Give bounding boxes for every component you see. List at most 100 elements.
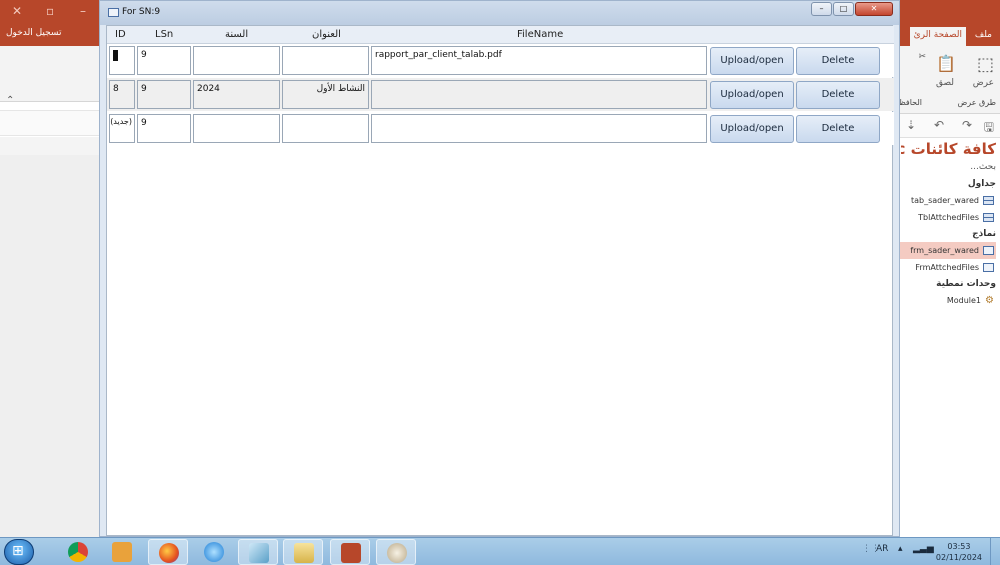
id-field[interactable]: 9 bbox=[109, 46, 135, 75]
start-button[interactable] bbox=[4, 539, 34, 565]
lsn-field[interactable]: 9 bbox=[137, 80, 191, 109]
view-icon[interactable]: ⬚ bbox=[977, 54, 994, 75]
text-cursor bbox=[113, 50, 118, 61]
filename-field[interactable] bbox=[371, 80, 707, 109]
header-subject: العنوان bbox=[312, 29, 341, 40]
workspace bbox=[0, 155, 104, 537]
access-taskbar-button[interactable] bbox=[330, 539, 370, 565]
tab-home[interactable]: الصفحة الرئ bbox=[909, 27, 966, 46]
module-icon: ⚙ bbox=[985, 295, 994, 306]
nav-search-input[interactable]: بحث... bbox=[901, 162, 996, 176]
sign-in-link[interactable]: تسجيل الدخول bbox=[6, 28, 61, 38]
delete-button[interactable]: Delete bbox=[796, 47, 880, 75]
continuous-form: ID LSn السنة العنوان FileName 9 9 rappor… bbox=[106, 25, 894, 536]
close-icon[interactable]: ✕ bbox=[12, 4, 22, 18]
table-icon bbox=[983, 196, 994, 205]
firefox-icon bbox=[159, 543, 179, 563]
firefox-taskbar-button[interactable] bbox=[148, 539, 188, 565]
nav-item-table[interactable]: TblAttchedFiles bbox=[901, 209, 996, 226]
nav-group-tables[interactable]: جداول bbox=[901, 176, 996, 192]
header-lsn: LSn bbox=[155, 29, 174, 40]
redo-icon[interactable]: ↷ bbox=[962, 118, 972, 132]
file-explorer-taskbar-button[interactable] bbox=[283, 539, 323, 565]
access-window-left: ✕ ▫ – تسجيل الدخول ⌃ bbox=[0, 0, 104, 537]
access-icon bbox=[341, 543, 361, 563]
nav-group-forms[interactable]: نماذج bbox=[901, 226, 996, 242]
id-field-new[interactable]: (جديد) bbox=[109, 114, 135, 143]
form-record-row: 8 9 2024 النشاط الأول Upload/open Delete bbox=[107, 78, 894, 111]
view-button[interactable]: عرض bbox=[973, 78, 994, 88]
year-field[interactable]: 2024 bbox=[193, 80, 280, 109]
nav-item-form[interactable]: FrmAttchedFiles bbox=[901, 259, 996, 276]
network-icon[interactable]: ▂▃▅ bbox=[913, 544, 934, 554]
minimize-button[interactable]: – bbox=[811, 2, 832, 16]
header-filename: FileName bbox=[517, 29, 564, 40]
form-icon bbox=[108, 8, 119, 17]
ribbon-body bbox=[0, 46, 104, 102]
customize-icon[interactable]: ⇣ bbox=[906, 118, 916, 132]
header-year: السنة bbox=[225, 29, 249, 40]
cut-icon[interactable]: ✂ bbox=[918, 52, 926, 62]
paint-icon bbox=[387, 543, 407, 563]
subject-field[interactable]: النشاط الأول bbox=[282, 80, 369, 109]
show-hidden-icons-icon[interactable]: ▴ bbox=[898, 544, 903, 554]
chrome-taskbar-button[interactable] bbox=[58, 539, 98, 565]
popup-form-window: For SN:9 – □ ✕ ID LSn السنة العنوان File… bbox=[99, 0, 900, 537]
year-field[interactable] bbox=[193, 46, 280, 75]
taskbar: ⋮⋮ AR ▴ ▂▃▅ 03:53 02/11/2024 bbox=[0, 537, 1000, 565]
nav-pane-title[interactable]: كافة كائنات Acc bbox=[901, 140, 996, 162]
save-icon[interactable]: 🖫 bbox=[984, 118, 994, 139]
clock-date: 02/11/2024 bbox=[935, 553, 982, 562]
popup-titlebar[interactable]: For SN:9 – □ ✕ bbox=[100, 1, 899, 25]
upload-open-button[interactable]: Upload/open bbox=[710, 115, 794, 143]
paint-taskbar-button[interactable] bbox=[376, 539, 416, 565]
upload-open-button[interactable]: Upload/open bbox=[710, 81, 794, 109]
device-icon bbox=[249, 543, 269, 563]
paste-icon[interactable]: 📋 bbox=[936, 54, 956, 73]
popup-title: For SN:9 bbox=[122, 7, 161, 17]
chrome-icon bbox=[68, 542, 88, 562]
table-icon bbox=[983, 213, 994, 222]
clipboard-group-label: الحافظ bbox=[898, 98, 922, 107]
paste-button[interactable]: لصق bbox=[936, 78, 954, 88]
formula-strip bbox=[0, 110, 104, 136]
folder-icon bbox=[294, 543, 314, 563]
upload-open-button[interactable]: Upload/open bbox=[710, 47, 794, 75]
subject-field[interactable] bbox=[282, 46, 369, 75]
form-icon bbox=[983, 263, 994, 272]
subject-field[interactable] bbox=[282, 114, 369, 143]
media-player-taskbar-button[interactable] bbox=[102, 539, 142, 565]
show-desktop-button[interactable] bbox=[990, 538, 1000, 565]
clock-time: 03:53 bbox=[947, 542, 971, 551]
header-id: ID bbox=[115, 29, 126, 40]
column-header-row: ID LSn السنة العنوان FileName bbox=[107, 26, 894, 44]
nav-group-modules[interactable]: وحدات نمطية bbox=[901, 276, 996, 292]
media-player-icon bbox=[112, 542, 132, 562]
filename-field[interactable] bbox=[371, 114, 707, 143]
access-titlebar-right bbox=[897, 0, 1000, 24]
internet-explorer-taskbar-button[interactable] bbox=[194, 539, 234, 565]
language-indicator[interactable]: AR bbox=[876, 544, 888, 554]
form-new-record-row: (جديد) 9 Upload/open Delete bbox=[107, 112, 894, 145]
delete-button[interactable]: Delete bbox=[796, 115, 880, 143]
delete-button[interactable]: Delete bbox=[796, 81, 880, 109]
maximize-button[interactable]: □ bbox=[833, 2, 854, 16]
collapse-ribbon-icon[interactable]: ⌃ bbox=[6, 95, 14, 106]
lsn-field[interactable]: 9 bbox=[137, 46, 191, 75]
nav-item-table[interactable]: tab_sader_wared bbox=[901, 192, 996, 209]
navigation-pane: كافة كائنات Acc بحث... جداول tab_sader_w… bbox=[897, 138, 1000, 311]
id-field[interactable]: 8 bbox=[109, 80, 135, 109]
year-field[interactable] bbox=[193, 114, 280, 143]
minimize-icon[interactable]: – bbox=[80, 4, 86, 18]
lsn-field[interactable]: 9 bbox=[137, 114, 191, 143]
restore-icon[interactable]: ▫ bbox=[46, 4, 54, 18]
tab-file[interactable]: ملف bbox=[971, 27, 996, 46]
close-button[interactable]: ✕ bbox=[855, 2, 893, 16]
clock[interactable]: 03:53 02/11/2024 bbox=[936, 541, 982, 563]
filename-field[interactable]: rapport_par_client_talab.pdf bbox=[371, 46, 707, 75]
nav-item-module[interactable]: ⚙ Module1 bbox=[901, 292, 996, 309]
form-record-row: 9 9 rapport_par_client_talab.pdf Upload/… bbox=[107, 44, 894, 77]
undo-icon[interactable]: ↶ bbox=[934, 118, 944, 132]
nav-item-form-selected[interactable]: frm_sader_wared bbox=[897, 242, 996, 259]
device-taskbar-button[interactable] bbox=[238, 539, 278, 565]
